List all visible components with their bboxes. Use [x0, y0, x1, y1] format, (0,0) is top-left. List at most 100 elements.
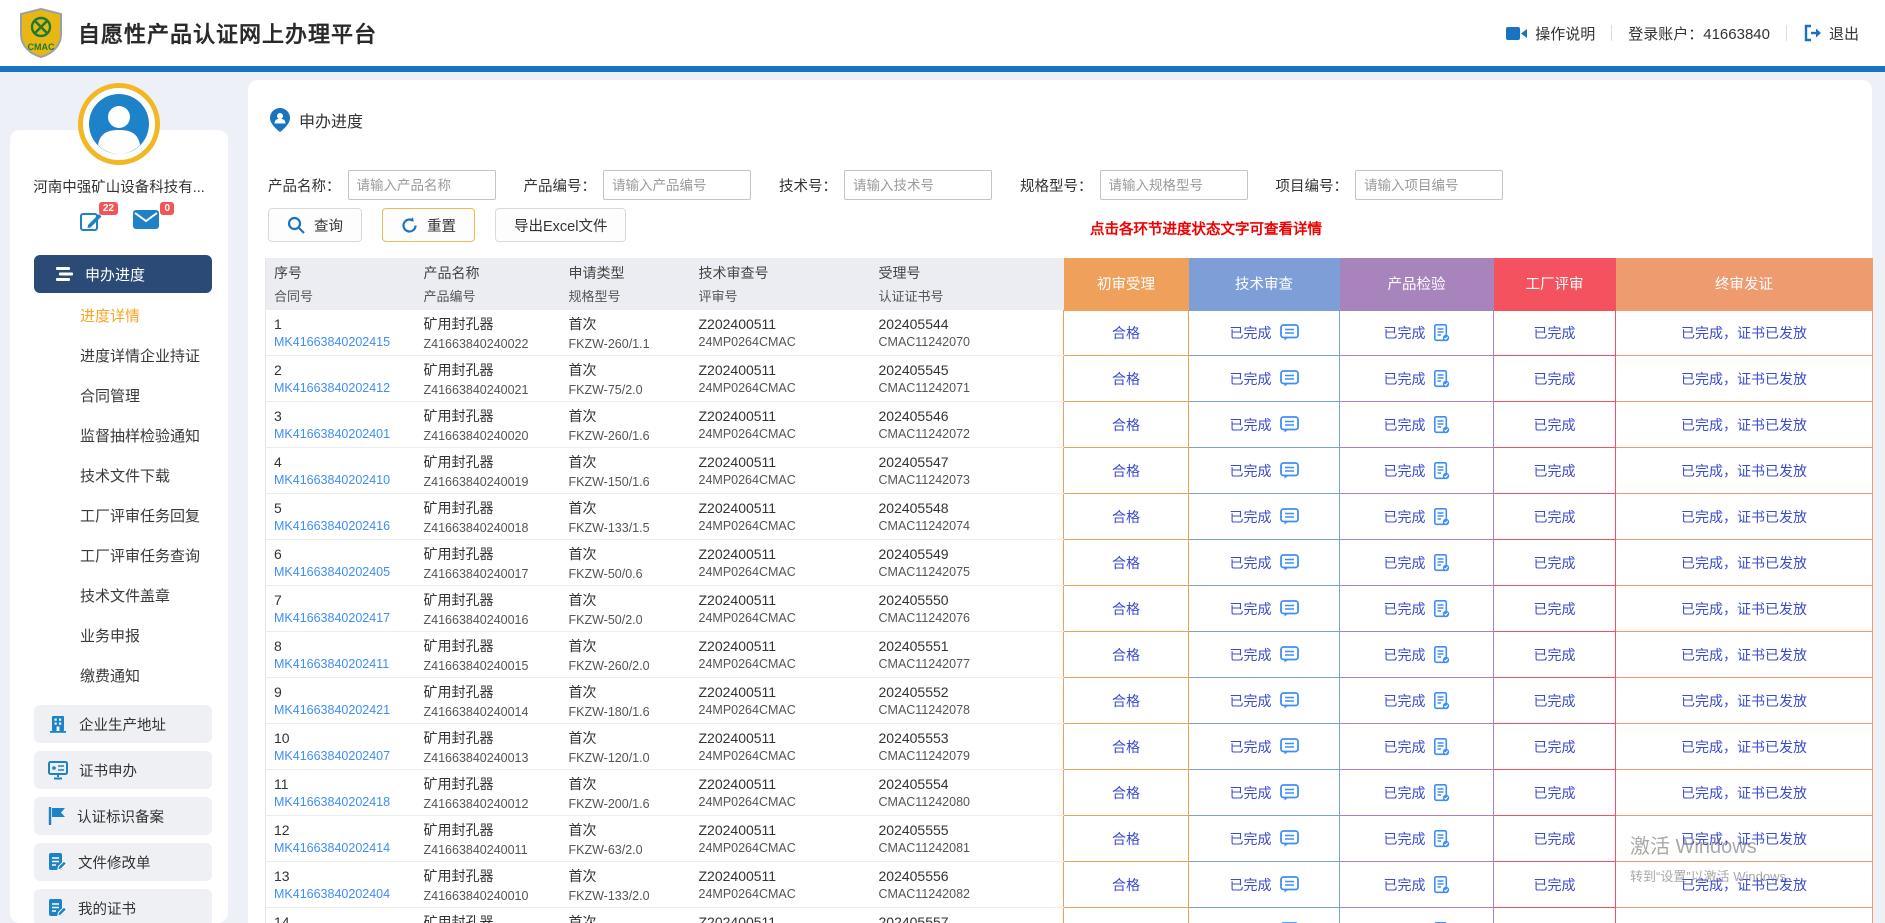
report-doc-icon[interactable] — [1434, 416, 1450, 434]
sidebar-item-progress[interactable]: 申办进度 — [34, 255, 212, 293]
chat-icon[interactable] — [1280, 600, 1299, 617]
status-product-inspection[interactable]: 已完成 — [1340, 632, 1494, 678]
avatar[interactable] — [78, 83, 160, 165]
status-factory-review[interactable]: 已完成 — [1494, 862, 1616, 908]
messages-button[interactable]: 22 — [79, 210, 103, 239]
contract-link[interactable]: MK41663840202401 — [274, 427, 416, 441]
chat-icon[interactable] — [1280, 692, 1299, 709]
status-tech-audit[interactable]: 已完成 — [1189, 448, 1340, 494]
report-doc-icon[interactable] — [1434, 370, 1450, 388]
status-factory-review[interactable]: 已完成 — [1494, 724, 1616, 770]
status-final-issue[interactable]: 已完成，证书已发放 — [1616, 632, 1873, 678]
status-factory-review[interactable]: 已完成 — [1494, 494, 1616, 540]
status-product-inspection[interactable]: 已完成 — [1340, 862, 1494, 908]
status-product-inspection[interactable]: 已完成 — [1340, 816, 1494, 862]
status-product-inspection[interactable]: 已完成 — [1340, 678, 1494, 724]
report-doc-icon[interactable] — [1434, 738, 1450, 756]
status-product-inspection[interactable]: 已完成 — [1340, 586, 1494, 632]
status-first-review[interactable]: 合格 — [1064, 310, 1189, 356]
submenu-item[interactable]: 进度详情 — [10, 297, 228, 337]
submenu-item[interactable]: 技术文件盖章 — [10, 577, 228, 617]
status-tech-audit[interactable]: 已完成 — [1189, 816, 1340, 862]
status-factory-review[interactable]: 已完成 — [1494, 540, 1616, 586]
status-product-inspection[interactable]: 已完成 — [1340, 540, 1494, 586]
status-final-issue[interactable]: 已完成，证书已发放 — [1616, 310, 1873, 356]
status-first-review[interactable]: 合格 — [1064, 724, 1189, 770]
contract-link[interactable]: MK41663840202415 — [274, 335, 416, 349]
status-product-inspection[interactable]: 已完成 — [1340, 310, 1494, 356]
status-tech-audit[interactable]: 已完成 — [1189, 724, 1340, 770]
tech-no-input[interactable] — [844, 170, 992, 200]
contract-link[interactable]: MK41663840202404 — [274, 887, 416, 901]
status-product-inspection[interactable]: 已完成 — [1340, 402, 1494, 448]
status-final-issue[interactable]: 已完成，证书已发放 — [1616, 724, 1873, 770]
status-first-review[interactable]: 合格 — [1064, 770, 1189, 816]
report-doc-icon[interactable] — [1434, 830, 1450, 848]
submenu-item[interactable]: 工厂评审任务回复 — [10, 497, 228, 537]
status-tech-audit[interactable]: 已完成 — [1189, 356, 1340, 402]
status-factory-review[interactable]: 已完成 — [1494, 770, 1616, 816]
sidebar-item-doc-modification[interactable]: 文件修改单 — [34, 843, 212, 881]
status-first-review[interactable]: 合格 — [1064, 816, 1189, 862]
chat-icon[interactable] — [1280, 324, 1299, 341]
contract-link[interactable]: MK41663840202416 — [274, 519, 416, 533]
sidebar-item-mark-filing[interactable]: 认证标识备案 — [34, 797, 212, 835]
status-tech-audit[interactable]: 已完成 — [1189, 632, 1340, 678]
contract-link[interactable]: MK41663840202405 — [274, 565, 416, 579]
status-product-inspection[interactable]: 已完成 — [1340, 770, 1494, 816]
submenu-item[interactable]: 监督抽样检验通知 — [10, 417, 228, 457]
status-final-issue[interactable]: 已完成，证书已发放 — [1616, 540, 1873, 586]
logout-button[interactable]: 退出 — [1803, 23, 1859, 44]
report-doc-icon[interactable] — [1434, 508, 1450, 526]
status-first-review[interactable]: 合格 — [1064, 908, 1189, 923]
status-factory-review[interactable]: 已完成 — [1494, 402, 1616, 448]
status-factory-review[interactable]: 已完成 — [1494, 448, 1616, 494]
reset-button[interactable]: 重置 — [382, 208, 475, 242]
chat-icon[interactable] — [1280, 646, 1299, 663]
status-first-review[interactable]: 合格 — [1064, 678, 1189, 724]
status-tech-audit[interactable]: 已完成 — [1189, 402, 1340, 448]
chat-icon[interactable] — [1280, 554, 1299, 571]
status-first-review[interactable]: 合格 — [1064, 494, 1189, 540]
status-tech-audit[interactable]: 已完成 — [1189, 678, 1340, 724]
project-no-input[interactable] — [1355, 170, 1503, 200]
sidebar-item-certificate-apply[interactable]: 证书申办 — [34, 751, 212, 789]
chat-icon[interactable] — [1280, 738, 1299, 755]
chat-icon[interactable] — [1280, 784, 1299, 801]
status-first-review[interactable]: 合格 — [1064, 448, 1189, 494]
submenu-item[interactable]: 进度详情企业持证 — [10, 337, 228, 377]
mail-button[interactable]: 0 — [133, 210, 159, 239]
status-factory-review[interactable]: 已完成 — [1494, 678, 1616, 724]
submenu-item[interactable]: 工厂评审任务查询 — [10, 537, 228, 577]
status-product-inspection[interactable]: 已完成 — [1340, 908, 1494, 923]
report-doc-icon[interactable] — [1434, 692, 1450, 710]
product-name-input[interactable] — [348, 170, 496, 200]
status-factory-review[interactable]: 已完成 — [1494, 586, 1616, 632]
help-link[interactable]: 操作说明 — [1506, 23, 1595, 44]
export-excel-button[interactable]: 导出Excel文件 — [495, 208, 626, 242]
status-factory-review[interactable]: 已完成 — [1494, 632, 1616, 678]
status-factory-review[interactable]: 已完成 — [1494, 908, 1616, 923]
status-final-issue[interactable]: 已完成，证书已发放 — [1616, 356, 1873, 402]
report-doc-icon[interactable] — [1434, 784, 1450, 802]
sidebar-item-my-certificates[interactable]: 我的证书 — [34, 889, 212, 923]
status-tech-audit[interactable]: 已完成 — [1189, 908, 1340, 923]
status-first-review[interactable]: 合格 — [1064, 356, 1189, 402]
status-first-review[interactable]: 合格 — [1064, 632, 1189, 678]
contract-link[interactable]: MK41663840202410 — [274, 473, 416, 487]
status-factory-review[interactable]: 已完成 — [1494, 356, 1616, 402]
chat-icon[interactable] — [1280, 370, 1299, 387]
submenu-item[interactable]: 业务申报 — [10, 617, 228, 657]
product-no-input[interactable] — [603, 170, 751, 200]
status-factory-review[interactable]: 已完成 — [1494, 816, 1616, 862]
status-tech-audit[interactable]: 已完成 — [1189, 586, 1340, 632]
report-doc-icon[interactable] — [1434, 324, 1450, 342]
status-final-issue[interactable]: 已完成，证书已发放 — [1616, 908, 1873, 923]
report-doc-icon[interactable] — [1434, 554, 1450, 572]
chat-icon[interactable] — [1280, 416, 1299, 433]
contract-link[interactable]: MK41663840202421 — [274, 703, 416, 717]
status-tech-audit[interactable]: 已完成 — [1189, 494, 1340, 540]
status-final-issue[interactable]: 已完成，证书已发放 — [1616, 770, 1873, 816]
model-input[interactable] — [1100, 170, 1248, 200]
contract-link[interactable]: MK41663840202417 — [274, 611, 416, 625]
